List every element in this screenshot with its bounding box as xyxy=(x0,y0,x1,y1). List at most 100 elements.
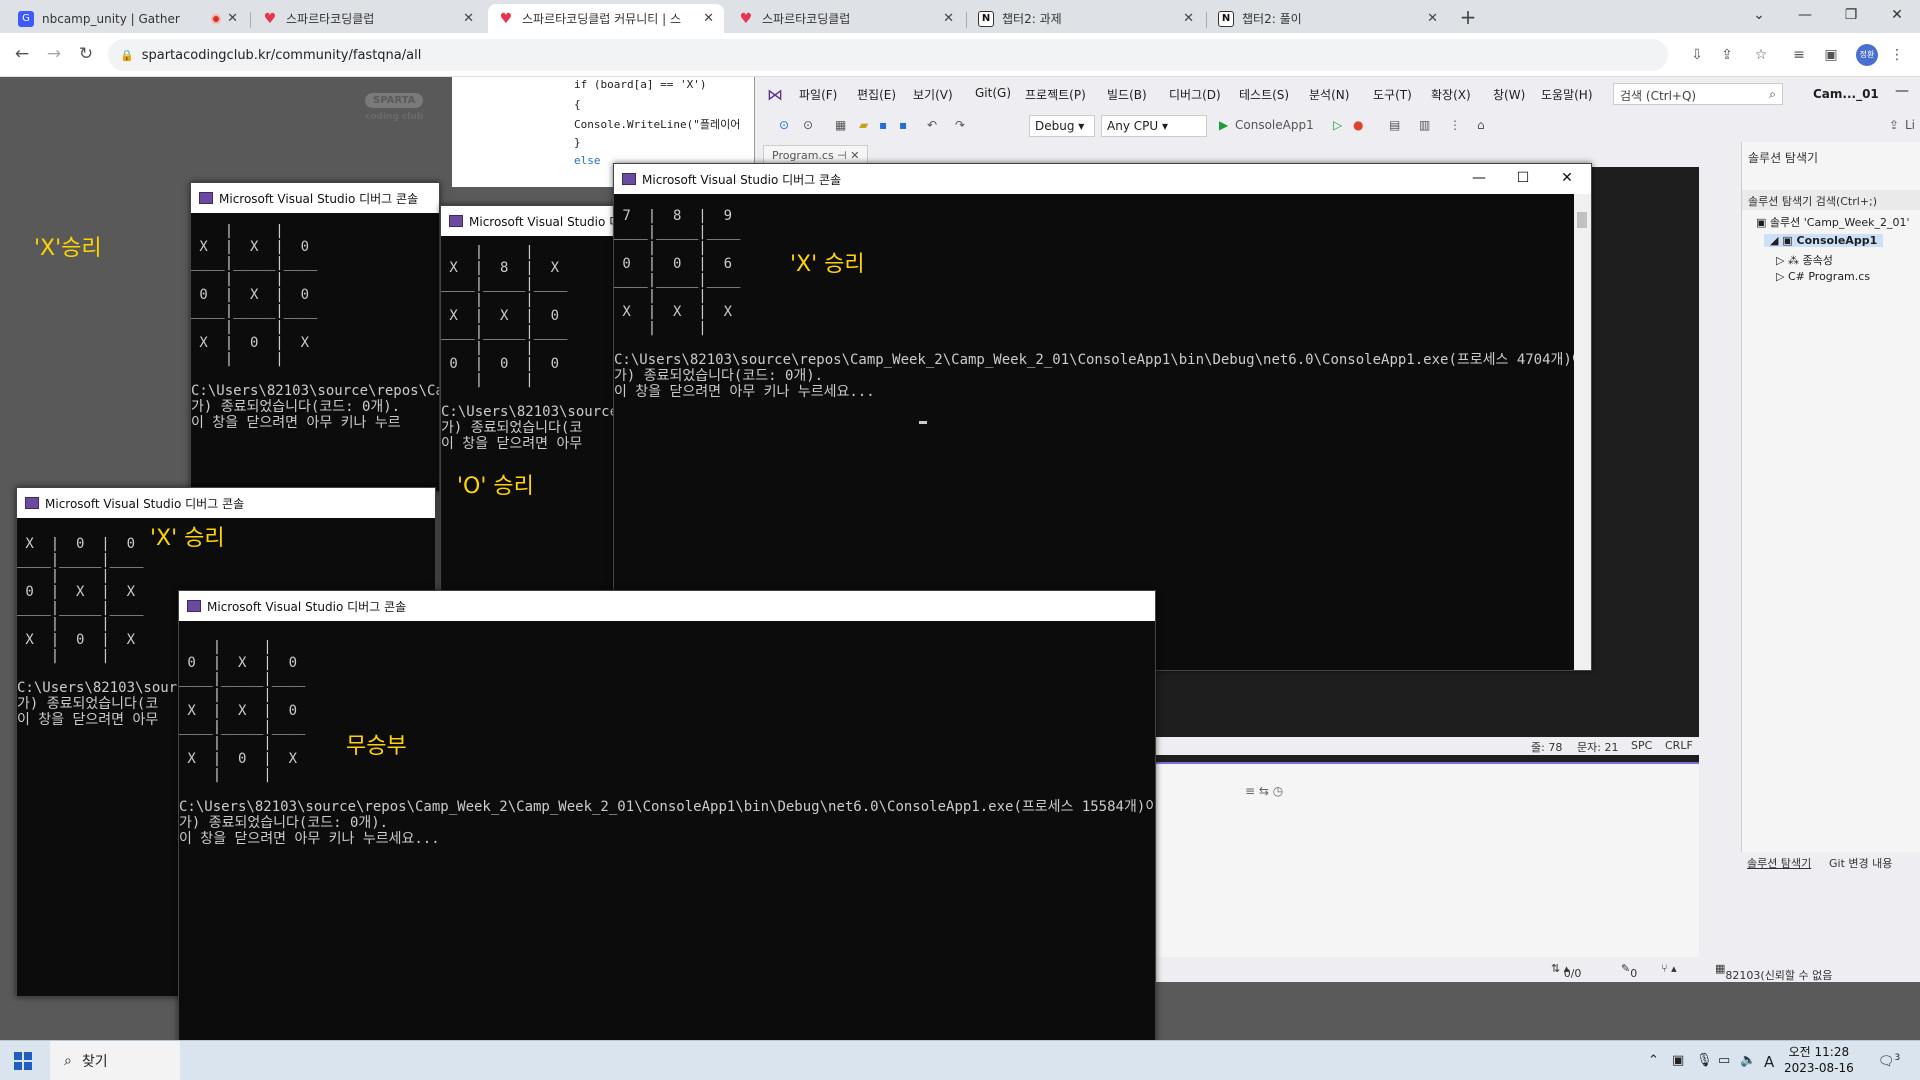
bookmark-icon[interactable]: ⌂ xyxy=(1477,118,1485,132)
console-scrollbar[interactable] xyxy=(1574,194,1591,670)
run-target-label[interactable]: ConsoleApp1 xyxy=(1235,118,1314,132)
new-item-icon[interactable]: ▦ xyxy=(835,118,846,132)
close-window-button[interactable]: ✕ xyxy=(1874,0,1920,33)
close-icon[interactable]: ✕ xyxy=(1183,11,1194,26)
vs-search-input[interactable]: 검색 (Ctrl+Q) ⌕ xyxy=(1613,83,1783,105)
hot-reload-icon[interactable]: ● xyxy=(1353,118,1363,132)
console-title-bar[interactable]: Microsoft Visual Studio 디버그 콘솔 xyxy=(179,591,1155,621)
tab-sparta-2[interactable]: ♥ 스파르타코딩클럽 ✕ xyxy=(728,4,964,33)
menu-view[interactable]: 보기(V) xyxy=(913,86,953,103)
tab-notion-solution[interactable]: N 챕터2: 풀이 ✕ xyxy=(1208,4,1448,33)
open-folder-icon[interactable]: ▰ xyxy=(859,118,868,132)
avatar[interactable]: 정환 xyxy=(1856,44,1878,66)
close-icon[interactable]: ✕ xyxy=(1427,11,1438,26)
nav-forward-icon[interactable]: ⊙ xyxy=(803,118,813,132)
menu-edit[interactable]: 편집(E) xyxy=(857,86,896,103)
reload-button[interactable]: ↻ xyxy=(74,43,98,67)
start-debug-icon[interactable]: ▶ xyxy=(1219,118,1228,132)
console-title-bar[interactable]: Microsoft Visual Studio 디버그 콘솔 xyxy=(191,183,439,213)
close-icon[interactable]: ✕ xyxy=(943,11,954,26)
undo-icon[interactable]: ↶ xyxy=(927,118,937,132)
toolbar-icon[interactable]: ▤ xyxy=(1389,118,1400,132)
redo-icon[interactable]: ↷ xyxy=(955,118,965,132)
taskbar-search[interactable]: ⌕ 찾기 xyxy=(50,1041,180,1080)
platform-select[interactable]: Any CPU ▾ xyxy=(1101,115,1207,137)
tree-project[interactable]: ◢ ▣ ConsoleApp1 xyxy=(1764,234,1884,247)
start-without-debug-icon[interactable]: ▷ xyxy=(1333,118,1342,132)
menu-window[interactable]: 창(W) xyxy=(1493,86,1525,103)
tree-program-cs[interactable]: ▷ C# Program.cs xyxy=(1776,270,1870,283)
forward-button[interactable]: → xyxy=(42,43,66,67)
close-icon[interactable]: ✕ xyxy=(703,11,714,26)
menu-git[interactable]: Git(G) xyxy=(975,86,1011,100)
tab-gather[interactable]: G nbcamp_unity | Gather ✕ xyxy=(8,4,248,33)
tab-notion-assignment[interactable]: N 챕터2: 과제 ✕ xyxy=(968,4,1204,33)
menu-debug[interactable]: 디버그(D) xyxy=(1169,86,1221,103)
install-icon[interactable]: ⇩ xyxy=(1686,45,1708,67)
console-app-icon xyxy=(449,215,463,227)
menu-test[interactable]: 테스트(S) xyxy=(1239,86,1289,103)
tab-solution-explorer[interactable]: 솔루션 탐색기 xyxy=(1747,855,1811,871)
toolbar-icon[interactable]: ▥ xyxy=(1419,118,1430,132)
pencil-count[interactable]: ✎ 0 xyxy=(1621,962,1637,980)
minimize-button[interactable]: — xyxy=(1895,83,1909,99)
close-button[interactable]: ✕ xyxy=(1544,164,1590,194)
address-bar[interactable]: 🔒 spartacodingclub.kr/community/fastqna/… xyxy=(108,39,1668,71)
solution-search-input[interactable]: 솔루션 탐색기 검색(Ctrl+;) xyxy=(1742,190,1920,210)
menu-file[interactable]: 파일(F) xyxy=(799,86,837,103)
network-icon[interactable]: ▭ xyxy=(1718,1053,1730,1068)
tree-solution[interactable]: ▣ 솔루션 'Camp_Week_2_01' xyxy=(1756,214,1910,230)
close-icon[interactable]: ✕ xyxy=(227,11,238,26)
tab-sparta-community[interactable]: ♥ 스파르타코딩클럽 커뮤니티 | 스 ✕ xyxy=(488,4,724,33)
minimize-button[interactable]: — xyxy=(1782,0,1828,33)
menu-extensions[interactable]: 확장(X) xyxy=(1431,86,1471,103)
live-share-icon[interactable]: ⇪ xyxy=(1889,118,1899,132)
menu-analyze[interactable]: 분석(N) xyxy=(1309,86,1349,103)
tray-chevron-icon[interactable]: ⌃ xyxy=(1648,1053,1659,1068)
repo-indicator[interactable]: ▦ 82103(신뢰할 수 없음 xyxy=(1715,962,1832,982)
tray-app-icon[interactable]: ▣ xyxy=(1672,1053,1684,1068)
crlf-indicator[interactable]: CRLF xyxy=(1665,739,1693,752)
config-select[interactable]: Debug ▾ xyxy=(1029,115,1095,137)
save-icon[interactable]: ▪ xyxy=(879,118,887,132)
volume-icon[interactable]: 🔈 xyxy=(1740,1053,1756,1068)
share-icon[interactable]: ⇪ xyxy=(1716,45,1738,67)
back-button[interactable]: ← xyxy=(10,43,34,67)
sparta-logo: SPARTA coding club xyxy=(365,93,424,122)
sync-arrows[interactable]: ⇅ 0/0 ▴ xyxy=(1551,962,1581,980)
menu-icon[interactable]: ⋮ xyxy=(1886,45,1908,67)
restore-button[interactable]: ❐ xyxy=(1828,0,1874,33)
close-icon[interactable]: ✕ xyxy=(463,11,474,26)
save-all-icon[interactable]: ▪ xyxy=(899,118,907,132)
annotation-draw: 무승부 xyxy=(346,734,407,759)
microphone-icon[interactable]: 🎙 xyxy=(1696,1053,1713,1068)
panel-toolbar-icon[interactable]: ≡ ⇆ ◷ xyxy=(1245,784,1283,798)
toolbar-icon[interactable]: ⋮ xyxy=(1449,118,1461,132)
live-share-label[interactable]: Li xyxy=(1905,118,1915,132)
ime-indicator[interactable]: A xyxy=(1764,1053,1774,1071)
menu-project[interactable]: 프로젝트(P) xyxy=(1025,86,1086,103)
windows-start-icon[interactable] xyxy=(14,1052,32,1070)
notification-icon[interactable]: 🗨3 xyxy=(1878,1053,1900,1069)
branch-icon[interactable]: ⑂ ▴ xyxy=(1661,962,1677,975)
maximize-button[interactable]: ☐ xyxy=(1500,164,1546,194)
reading-list-icon[interactable]: ≡ xyxy=(1788,45,1810,67)
menu-tools[interactable]: 도구(T) xyxy=(1373,86,1412,103)
bookmark-star-icon[interactable]: ☆ xyxy=(1750,45,1772,67)
tab-search-icon[interactable]: ⌄ xyxy=(1736,0,1782,33)
new-tab-button[interactable]: + xyxy=(1454,6,1482,30)
debug-console-2[interactable]: Microsoft Visual Studio 디버그 콘솔 | | X | X… xyxy=(190,182,440,492)
spc-indicator[interactable]: SPC xyxy=(1631,739,1652,752)
nav-back-icon[interactable]: ⊙ xyxy=(779,118,789,132)
tab-git-changes[interactable]: Git 변경 내용 xyxy=(1829,855,1892,871)
menu-build[interactable]: 빌드(B) xyxy=(1107,86,1147,103)
minimize-button[interactable]: — xyxy=(1456,164,1502,194)
console-title-bar[interactable]: Microsoft Visual Studio 디버그 콘솔 xyxy=(17,488,435,518)
tab-sparta-1[interactable]: ♥ 스파르타코딩클럽 ✕ xyxy=(252,4,484,33)
menu-help[interactable]: 도움말(H) xyxy=(1541,86,1593,103)
tree-dependencies[interactable]: ▷ ⁂ 종속성 xyxy=(1776,252,1833,268)
debug-console-5[interactable]: Microsoft Visual Studio 디버그 콘솔 | | 0 | X… xyxy=(178,590,1156,1080)
console-title-bar[interactable]: Microsoft Visual Studio 디버그 콘솔 — ☐ ✕ xyxy=(614,164,1591,194)
side-panel-icon[interactable]: ▣ xyxy=(1820,45,1842,67)
system-clock[interactable]: 오전 11:28 2023-08-16 xyxy=(1784,1044,1854,1076)
